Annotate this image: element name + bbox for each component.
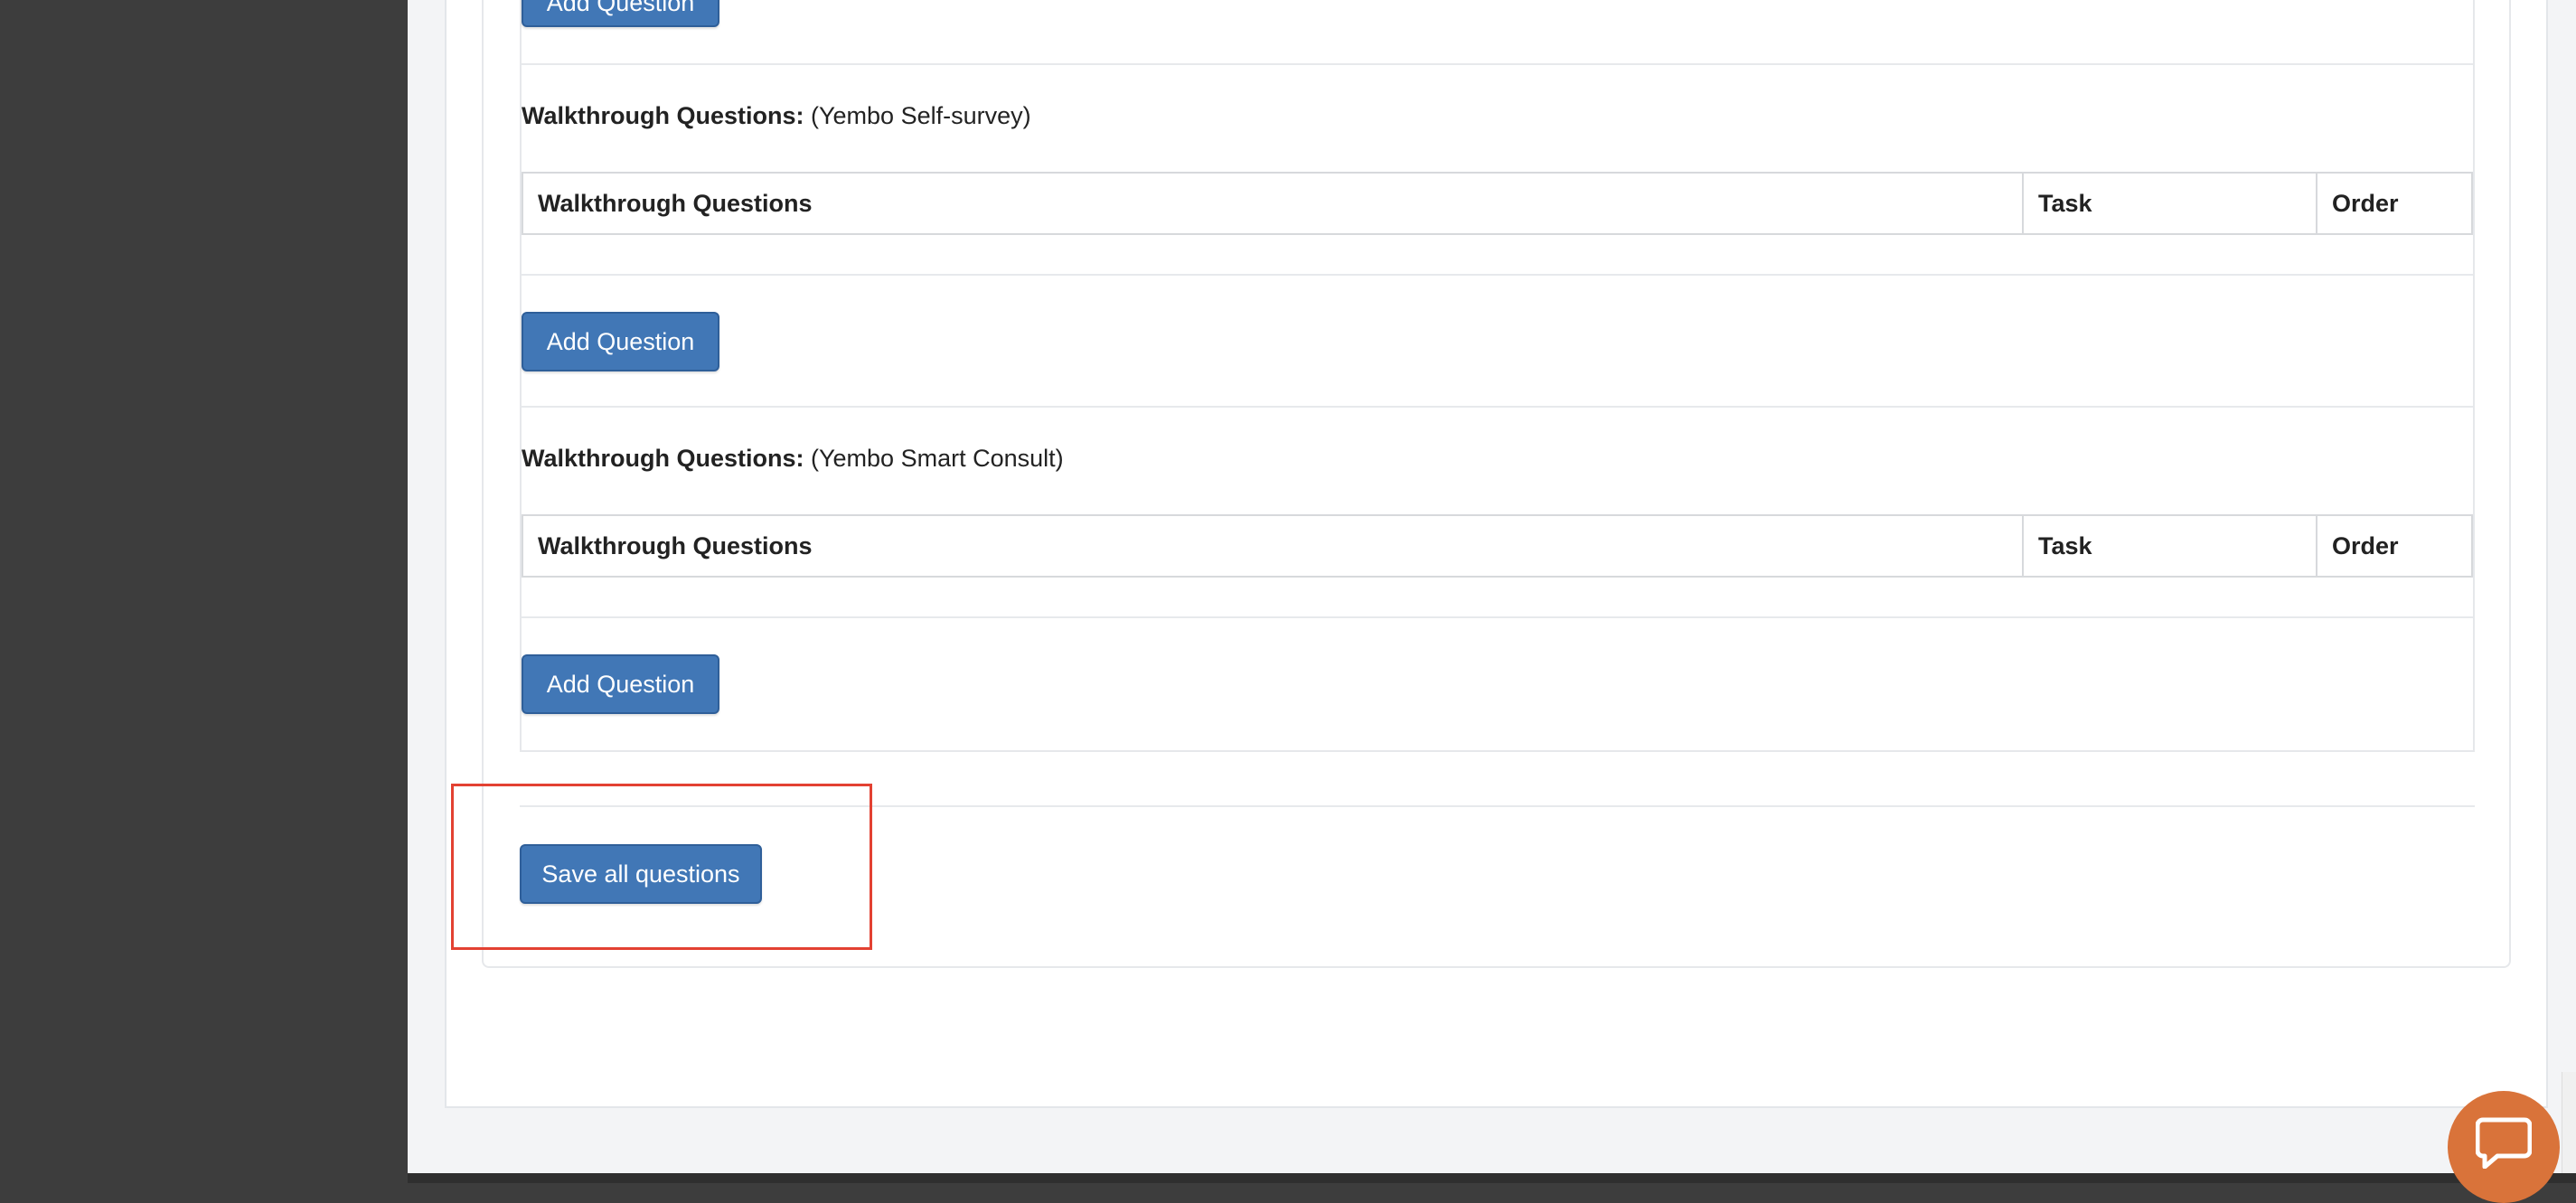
column-header-order[interactable]: Order: [2316, 514, 2473, 578]
column-header-order[interactable]: Order: [2316, 172, 2473, 235]
bottom-bar: [408, 1173, 2576, 1183]
section-divider: [522, 63, 2473, 65]
section-divider: [522, 616, 2473, 618]
section-title-suffix: (Yembo Self-survey): [804, 102, 1031, 129]
table-header-row: Walkthrough Questions Task Order: [522, 514, 2473, 578]
column-header-walkthrough-questions[interactable]: Walkthrough Questions: [522, 514, 2024, 578]
left-sidebar-background: [0, 0, 408, 1183]
walkthrough-questions-table-smart-consult: Walkthrough Questions Task Order: [522, 514, 2473, 578]
section-title-self-survey: Walkthrough Questions: (Yembo Self-surve…: [522, 102, 1031, 130]
chat-launcher-button[interactable]: [2448, 1091, 2560, 1203]
table-header-row: Walkthrough Questions Task Order: [522, 172, 2473, 235]
section-title-suffix: (Yembo Smart Consult): [804, 445, 1064, 472]
add-question-button-self-survey[interactable]: Add Question: [522, 312, 719, 371]
section-title-smart-consult: Walkthrough Questions: (Yembo Smart Cons…: [522, 445, 1064, 473]
column-header-walkthrough-questions[interactable]: Walkthrough Questions: [522, 172, 2024, 235]
column-header-task[interactable]: Task: [2022, 172, 2317, 235]
section-divider: [522, 274, 2473, 276]
section-divider: [522, 406, 2473, 408]
add-question-button-smart-consult[interactable]: Add Question: [522, 654, 719, 714]
walkthrough-questions-table-self-survey: Walkthrough Questions Task Order: [522, 172, 2473, 235]
highlight-annotation-box: [451, 784, 872, 950]
scrollbar[interactable]: [2562, 1072, 2576, 1173]
section-title-label: Walkthrough Questions:: [522, 445, 804, 472]
column-header-task[interactable]: Task: [2022, 514, 2317, 578]
section-title-label: Walkthrough Questions:: [522, 102, 804, 129]
chat-bubble-icon: [2476, 1117, 2532, 1169]
add-question-button-previous[interactable]: Add Question: [522, 0, 719, 27]
